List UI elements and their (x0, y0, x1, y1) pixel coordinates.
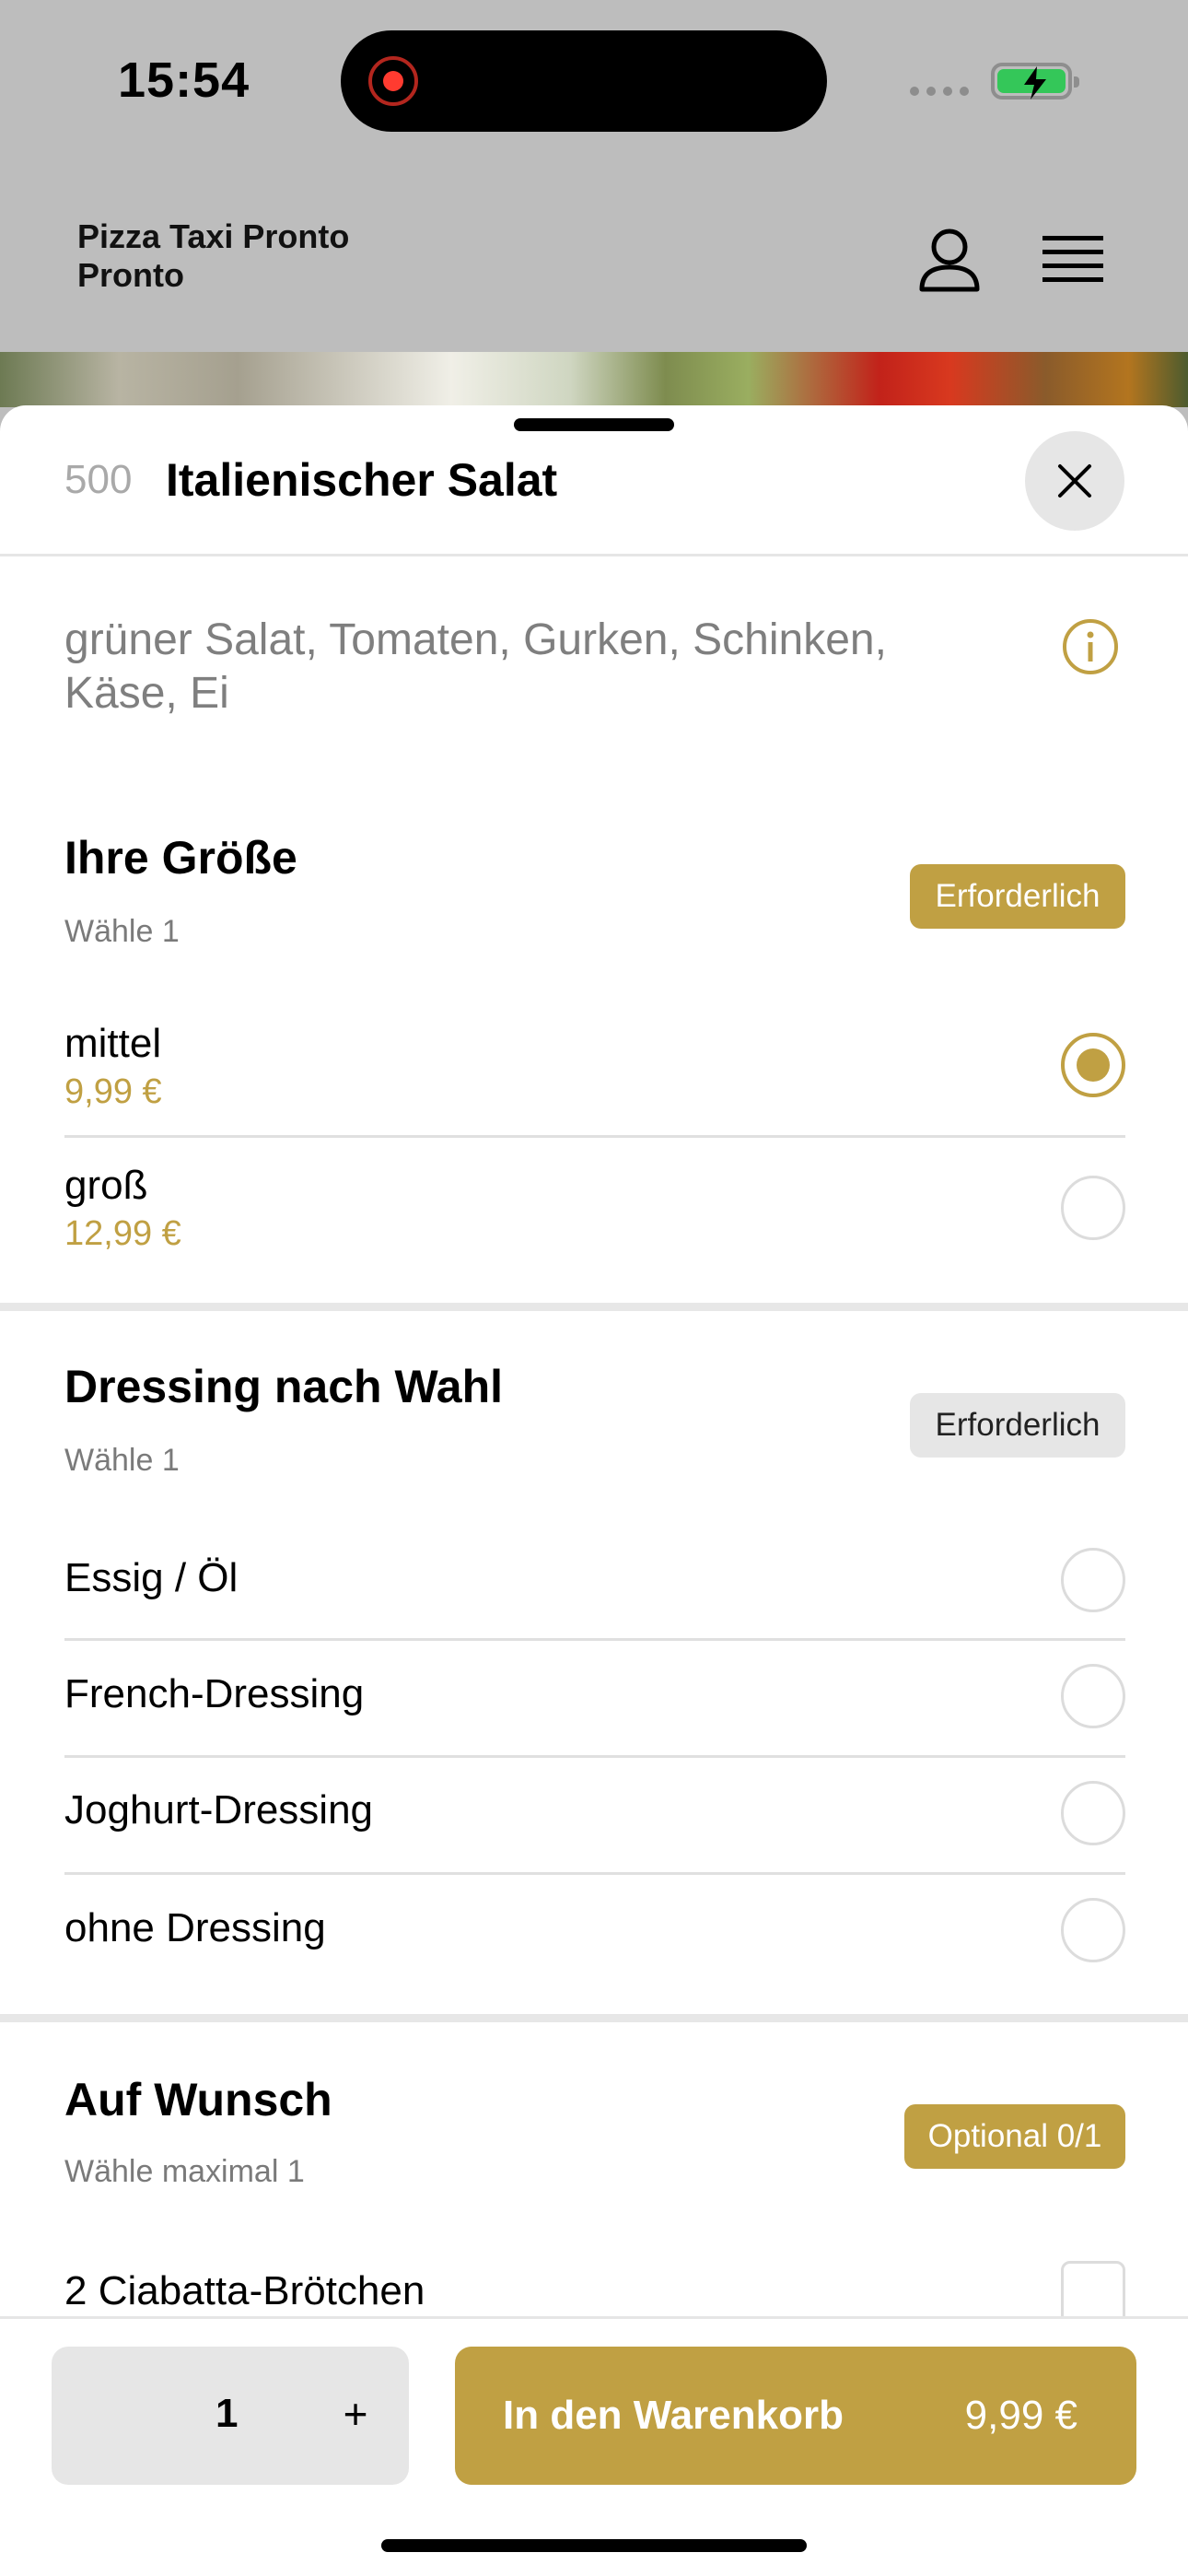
section-title-size: Ihre Größe (64, 832, 297, 884)
home-indicator[interactable] (381, 2539, 807, 2552)
increment-button[interactable]: + (328, 2382, 383, 2446)
required-badge: Erforderlich (910, 864, 1125, 929)
option-essig-oel[interactable]: Essig / Öl (64, 1555, 1125, 1601)
option-french-dressing[interactable]: French-Dressing (64, 1671, 1125, 1717)
close-button[interactable] (1025, 431, 1124, 531)
option-mittel[interactable]: mittel 9,99 € (64, 1021, 1125, 1112)
radio-unselected[interactable] (1061, 1898, 1125, 1962)
option-ciabatta[interactable]: 2 Ciabatta-Brötchen (64, 2268, 1125, 2314)
section-subtitle-size: Wähle 1 (64, 914, 180, 949)
user-icon[interactable] (917, 227, 982, 293)
cart-price: 9,99 € (964, 2393, 1077, 2438)
status-bar: 15:54 (0, 0, 1188, 166)
option-name: Essig / Öl (64, 1555, 239, 1600)
radio-selected[interactable] (1061, 1033, 1125, 1097)
add-to-cart-button[interactable]: In den Warenkorb 9,99 € (455, 2347, 1136, 2485)
cellular-signal-icon (910, 87, 969, 96)
option-name: 2 Ciabatta-Brötchen (64, 2268, 425, 2313)
restaurant-name[interactable]: Pizza Taxi Pronto Pronto (77, 217, 409, 295)
app-header: Pizza Taxi Pronto Pronto (0, 166, 1188, 355)
option-name: Joghurt-Dressing (64, 1787, 374, 1832)
radio-unselected[interactable] (1061, 1781, 1125, 1845)
divider (64, 1872, 1125, 1875)
quantity-value: 1 (215, 2391, 239, 2436)
section-separator (0, 2014, 1188, 2022)
close-icon (1058, 464, 1091, 498)
section-subtitle-extras: Wähle maximal 1 (64, 2154, 305, 2189)
hero-image (0, 352, 1188, 407)
option-joghurt-dressing[interactable]: Joghurt-Dressing (64, 1787, 1125, 1833)
option-ohne-dressing[interactable]: ohne Dressing (64, 1905, 1125, 1951)
divider (64, 1638, 1125, 1641)
battery-icon (991, 63, 1079, 100)
status-time: 15:54 (118, 53, 250, 108)
required-badge: Erforderlich (910, 1393, 1125, 1458)
item-number: 500 (64, 457, 133, 502)
recording-icon (368, 56, 418, 106)
section-subtitle-dressing: Wähle 1 (64, 1443, 180, 1478)
radio-unselected[interactable] (1061, 1548, 1125, 1612)
radio-unselected[interactable] (1061, 1176, 1125, 1240)
product-sheet: 500 Italienischer Salat grüner Salat, To… (0, 405, 1188, 2576)
option-name: French-Dressing (64, 1671, 365, 1716)
optional-badge: Optional 0/1 (904, 2104, 1125, 2169)
sheet-header: 500 Italienischer Salat (0, 405, 1188, 556)
menu-icon[interactable] (1042, 230, 1103, 286)
option-name: mittel (64, 1021, 162, 1066)
option-gross[interactable]: groß 12,99 € (64, 1163, 1125, 1254)
divider (64, 1755, 1125, 1758)
radio-unselected[interactable] (1061, 1664, 1125, 1728)
section-separator (0, 1303, 1188, 1311)
dynamic-island (341, 30, 827, 132)
info-icon[interactable] (1061, 617, 1120, 676)
bottom-action-bar: 1 + In den Warenkorb 9,99 € (0, 2316, 1188, 2576)
item-description: grüner Salat, Tomaten, Gurken, Schinken,… (64, 615, 887, 718)
option-price: 12,99 € (64, 1214, 181, 1253)
option-name: groß (64, 1163, 148, 1208)
option-name: ohne Dressing (64, 1905, 326, 1950)
item-title: Italienischer Salat (166, 454, 558, 506)
option-price: 9,99 € (64, 1072, 162, 1111)
add-to-cart-label: In den Warenkorb (503, 2393, 844, 2438)
divider (64, 1135, 1125, 1138)
section-title-dressing: Dressing nach Wahl (64, 1361, 504, 1412)
quantity-stepper[interactable]: 1 + (52, 2347, 409, 2485)
section-title-extras: Auf Wunsch (64, 2074, 332, 2125)
